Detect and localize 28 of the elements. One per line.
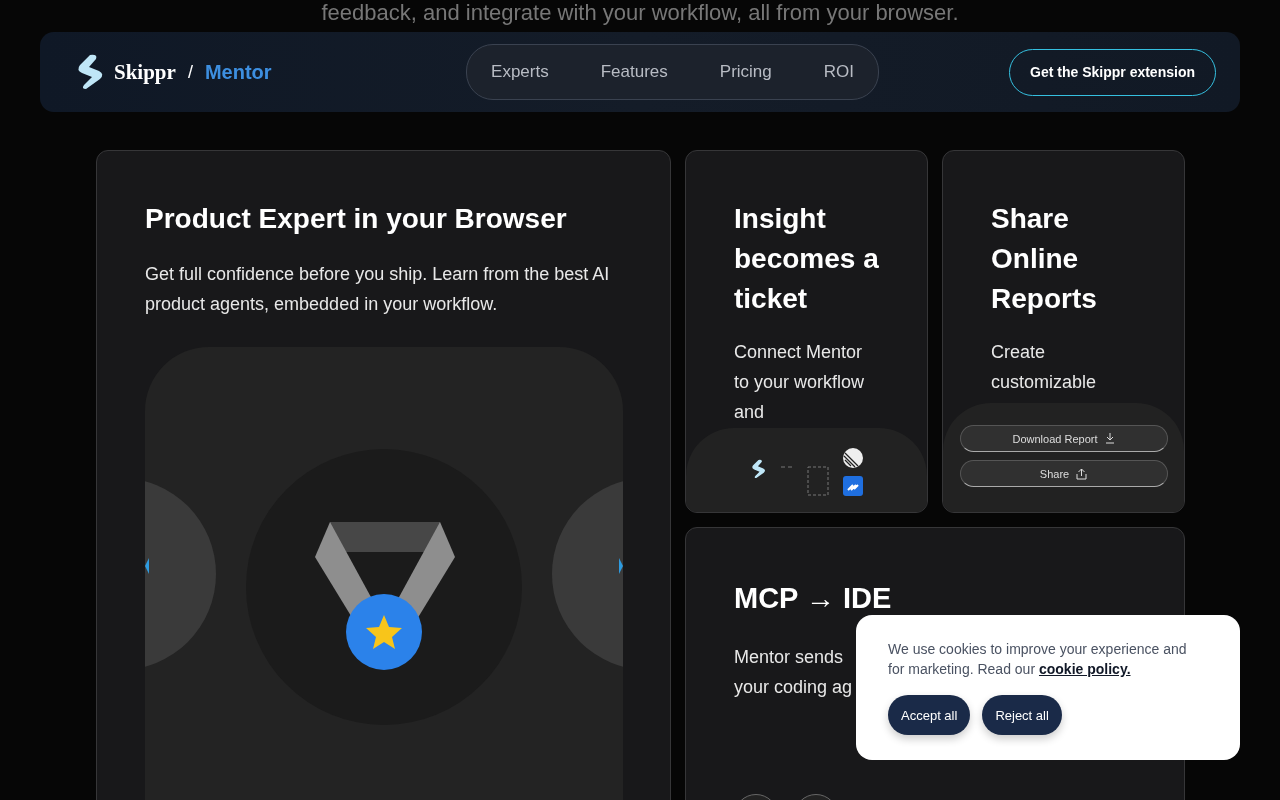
- product-name[interactable]: Mentor: [204, 60, 272, 84]
- hero-tagline: feedback, and integrate with your workflow, all from your browser.: [320, 0, 960, 27]
- card-title: Product Expert in your Browser: [145, 202, 568, 236]
- card-text: Connect Mentor to your workflow and: [734, 341, 866, 424]
- nav-link[interactable]: Features: [588, 62, 680, 82]
- download-icon: [1104, 433, 1115, 444]
- cookie-policy-link[interactable]: cookie policy.: [1038, 661, 1131, 677]
- nav-link[interactable]: Pricing: [707, 62, 784, 82]
- brand-separator: /: [187, 61, 193, 83]
- nav-link[interactable]: Experts: [479, 62, 561, 82]
- share-button[interactable]: Share: [959, 460, 1168, 487]
- card-title: Share Online Reports: [991, 202, 1098, 316]
- striped-circle-icon: [842, 448, 863, 468]
- nav-link[interactable]: ROI: [811, 62, 866, 82]
- logo-icon: [750, 458, 767, 480]
- card-title: Insight becomes a ticket: [734, 202, 880, 316]
- card-title: MCP → IDE: [734, 581, 893, 616]
- card-text: Create customizable: [991, 341, 1098, 394]
- card-text: Mentor sends your coding ag: [734, 646, 853, 699]
- brand-name[interactable]: Skippr: [114, 59, 176, 85]
- placeholder-box-icon: [806, 466, 829, 496]
- reject-button[interactable]: Reject all: [982, 695, 1062, 735]
- card-text: Get full confidence before you ship. Learn from the best AI product agents, embedded in your workflow.: [145, 263, 611, 316]
- cookie-text: We use cookies to improve your experience and for marketing. Read our cookie policy.: [888, 640, 1188, 679]
- dashed-connector-icon: [780, 466, 793, 468]
- share-icon: [1076, 467, 1088, 480]
- download-button[interactable]: Download Report: [959, 425, 1168, 452]
- accept-button[interactable]: Accept all: [888, 695, 971, 735]
